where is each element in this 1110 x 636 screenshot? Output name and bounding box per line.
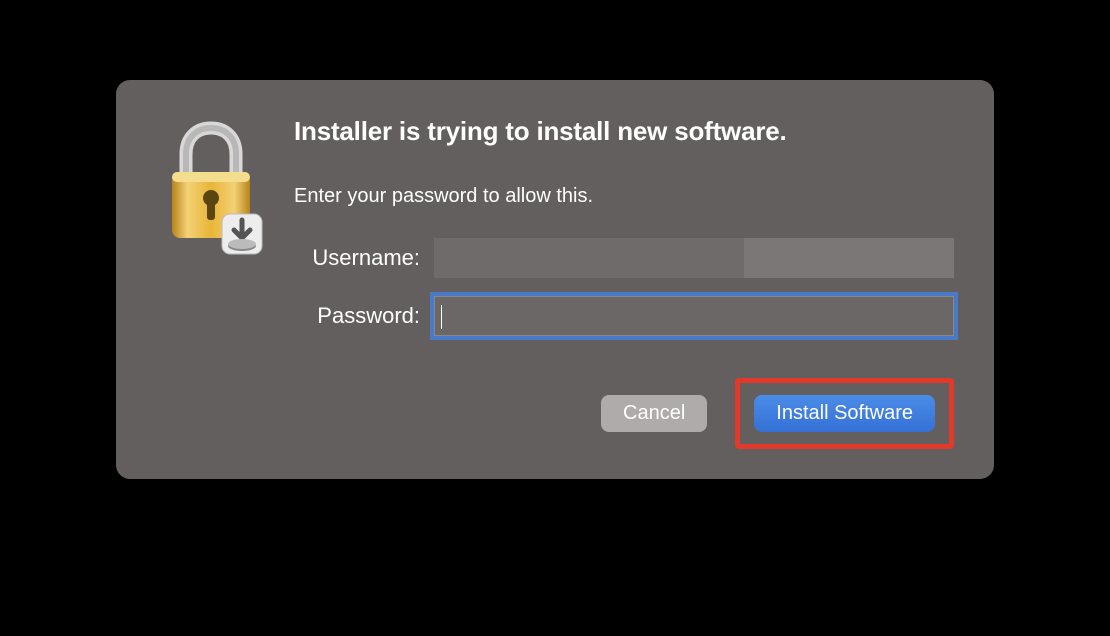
install-software-button[interactable]: Install Software [754,395,935,432]
dialog-content: Installer is trying to install new softw… [286,116,954,449]
dialog-button-row: Cancel Install Software [294,378,954,449]
cancel-button[interactable]: Cancel [601,395,707,432]
dialog-title: Installer is trying to install new softw… [294,116,954,147]
dialog-icon-column [156,116,286,449]
username-field[interactable] [434,238,954,278]
username-label: Username: [294,245,434,271]
username-row: Username: [294,238,954,278]
lock-icon [156,118,266,258]
username-value [434,238,744,278]
password-field[interactable] [434,296,954,336]
password-label: Password: [294,303,434,329]
password-row: Password: [294,296,954,336]
username-field-segment [744,238,954,278]
dialog-subtitle: Enter your password to allow this. [294,185,954,208]
text-cursor [441,305,442,329]
highlight-annotation: Install Software [735,378,954,449]
auth-dialog: Installer is trying to install new softw… [116,80,994,479]
